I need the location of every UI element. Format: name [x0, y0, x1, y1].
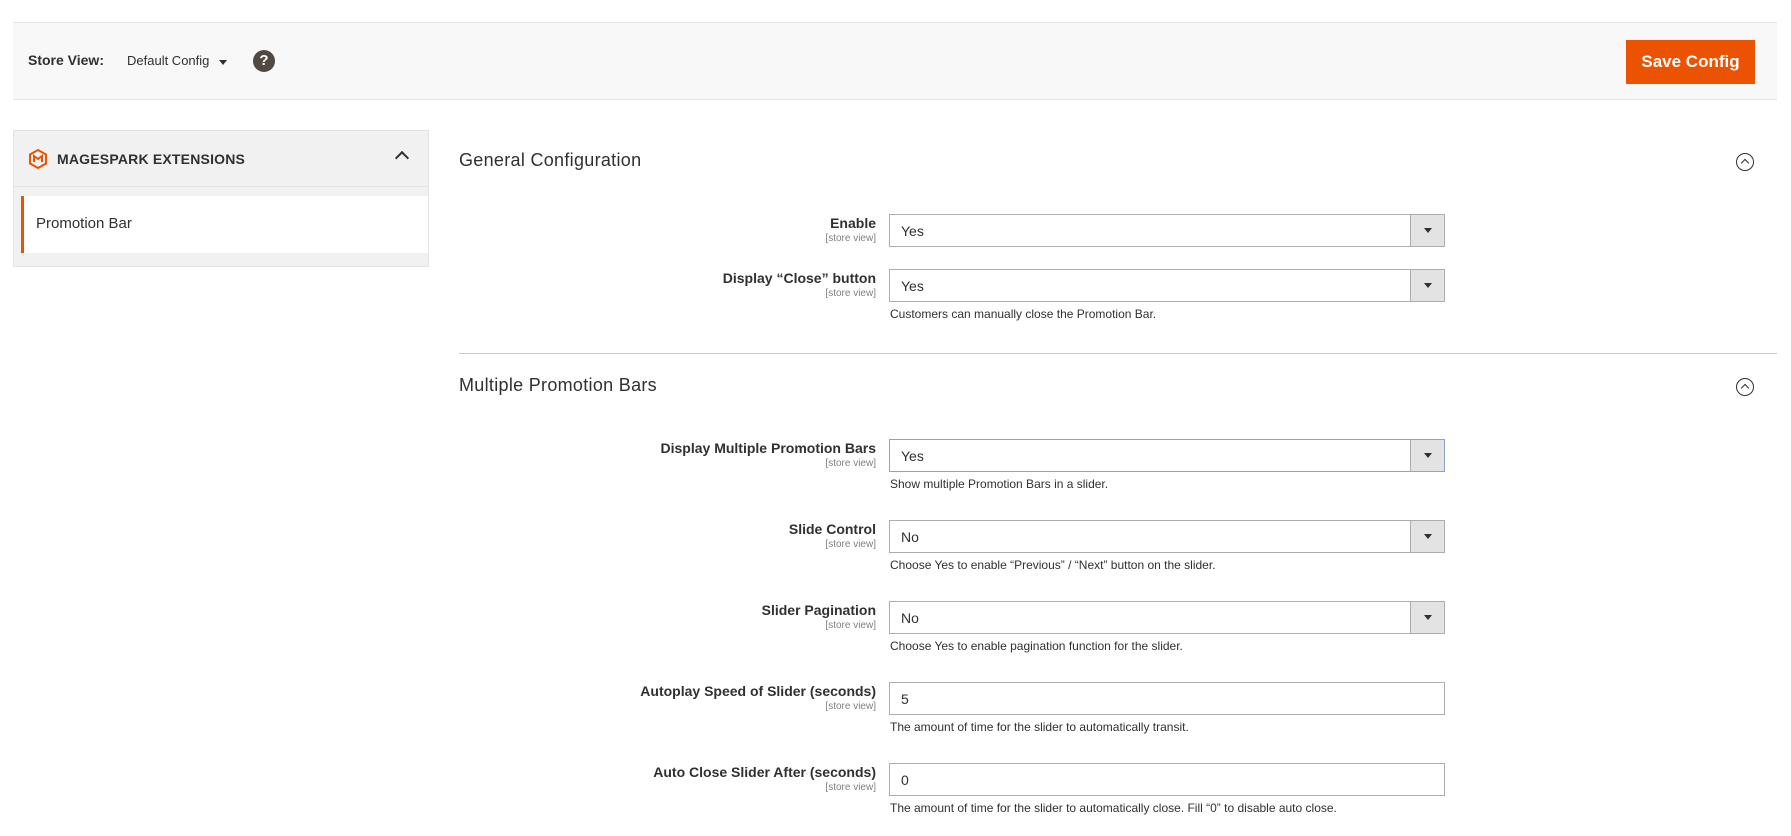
store-view-bar: Store View: Default Config ? Save Config: [13, 22, 1777, 100]
chevron-down-icon: [1424, 615, 1432, 620]
field-note: Customers can manually close the Promoti…: [890, 307, 1157, 321]
close-button-select[interactable]: Yes: [889, 269, 1445, 302]
select-toggle[interactable]: [1410, 270, 1444, 301]
field-scope: [store view]: [825, 233, 876, 244]
help-icon[interactable]: ?: [253, 50, 275, 72]
field-scope: [store view]: [825, 288, 876, 299]
select-value: No: [901, 529, 919, 545]
section-title-multiple[interactable]: Multiple Promotion Bars: [459, 375, 657, 396]
field-scope: [store view]: [825, 701, 876, 712]
input-value: 0: [901, 772, 909, 788]
display-multiple-select[interactable]: Yes: [889, 439, 1445, 472]
field-label-slide-control: Slide Control: [788, 521, 876, 537]
field-note: Choose Yes to enable pagination function…: [890, 639, 1183, 653]
select-value: Yes: [901, 223, 924, 239]
enable-select[interactable]: Yes: [889, 214, 1445, 247]
field-scope: [store view]: [825, 782, 876, 793]
input-value: 5: [901, 691, 909, 707]
field-scope: [store view]: [825, 458, 876, 469]
collapse-icon[interactable]: [1736, 378, 1754, 396]
field-scope: [store view]: [825, 620, 876, 631]
chevron-down-icon[interactable]: [219, 60, 227, 65]
field-note: The amount of time for the slider to aut…: [890, 801, 1337, 815]
slide-control-select[interactable]: No: [889, 520, 1445, 553]
slider-pagination-select[interactable]: No: [889, 601, 1445, 634]
select-toggle[interactable]: [1410, 215, 1444, 246]
chevron-down-icon: [1424, 228, 1432, 233]
select-value: Yes: [901, 448, 924, 464]
select-value: Yes: [901, 278, 924, 294]
sidebar-title: MAGESPARK EXTENSIONS: [57, 151, 246, 167]
chevron-down-icon: [1424, 453, 1432, 458]
select-toggle[interactable]: [1410, 602, 1444, 633]
autoplay-speed-input[interactable]: 5: [889, 682, 1445, 715]
collapse-icon[interactable]: [1736, 153, 1754, 171]
field-label-display-multiple: Display Multiple Promotion Bars: [660, 440, 876, 456]
magespark-logo-icon: [29, 149, 47, 169]
field-scope: [store view]: [825, 539, 876, 550]
save-config-button[interactable]: Save Config: [1626, 40, 1755, 84]
field-note: Choose Yes to enable “Previous” / “Next”…: [890, 558, 1216, 572]
select-toggle[interactable]: [1410, 440, 1444, 471]
section-divider: [459, 353, 1777, 354]
field-label-auto-close: Auto Close Slider After (seconds): [653, 764, 876, 780]
sidebar-tab-header[interactable]: MAGESPARK EXTENSIONS: [14, 131, 428, 187]
field-label-enable: Enable: [830, 215, 876, 231]
field-label-autoplay-speed: Autoplay Speed of Slider (seconds): [640, 683, 876, 699]
field-note: Show multiple Promotion Bars in a slider…: [890, 477, 1109, 491]
chevron-down-icon: [1424, 534, 1432, 539]
auto-close-input[interactable]: 0: [889, 763, 1445, 796]
chevron-down-icon: [1424, 283, 1432, 288]
chevron-up-icon[interactable]: [394, 150, 410, 166]
field-label-slider-pagination: Slider Pagination: [761, 602, 876, 618]
select-value: No: [901, 610, 919, 626]
sidebar-item-promotion-bar[interactable]: Promotion Bar: [21, 196, 428, 253]
store-view-switcher[interactable]: Default Config: [127, 53, 209, 68]
select-toggle[interactable]: [1410, 521, 1444, 552]
store-view-label: Store View:: [28, 52, 104, 68]
field-note: The amount of time for the slider to aut…: [890, 720, 1189, 734]
config-sidebar: MAGESPARK EXTENSIONS Promotion Bar: [13, 130, 429, 267]
field-label-close-button: Display “Close” button: [722, 270, 876, 286]
sidebar-item-label: Promotion Bar: [36, 215, 132, 232]
section-title-general[interactable]: General Configuration: [459, 150, 641, 171]
